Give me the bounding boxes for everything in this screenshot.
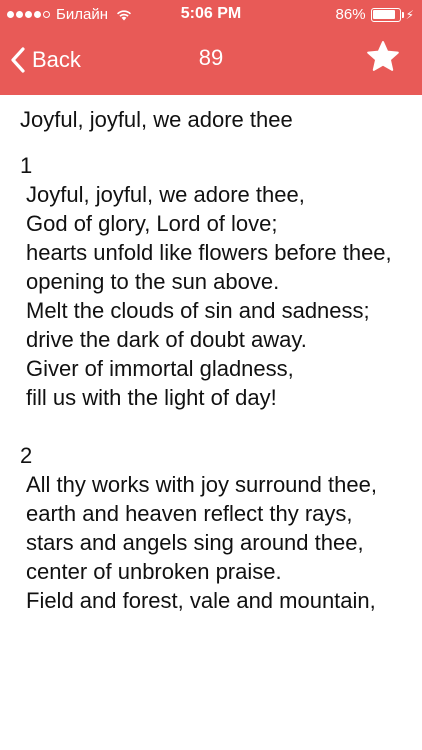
- charging-bolt-icon: ⚡: [405, 7, 414, 22]
- hymn-title: Joyful, joyful, we adore thee: [20, 107, 293, 132]
- verse-line: hearts unfold like flowers before thee,: [26, 240, 392, 265]
- verse-line: drive the dark of doubt away.: [26, 327, 307, 352]
- verse: 1 Joyful, joyful, we adore thee, God of gl…: [20, 151, 404, 412]
- back-label: Back: [32, 47, 81, 72]
- battery-icon: [370, 7, 404, 22]
- status-right: 86% ⚡: [336, 6, 414, 23]
- verses: 1 Joyful, joyful, we adore thee, God of gl…: [20, 151, 404, 615]
- favorite-button[interactable]: [366, 40, 400, 74]
- battery-fill: [373, 10, 395, 19]
- verse-line: stars and angels sing around thee,: [26, 530, 364, 555]
- verse-line: opening to the sun above.: [26, 269, 280, 294]
- back-button[interactable]: Back: [10, 40, 81, 80]
- verse-line: Melt the clouds of sin and sadness;: [26, 298, 370, 323]
- verse-line: earth and heaven reflect thy rays,: [26, 501, 353, 526]
- star-icon: [367, 41, 399, 71]
- header: Билайн 5:06 PM 86% ⚡ Back 89: [0, 0, 422, 95]
- verse-number: 2: [20, 443, 33, 468]
- verse-number: 1: [20, 153, 33, 178]
- verse-line: Field and forest, vale and mountain,: [26, 588, 376, 613]
- verse-line: Joyful, joyful, we adore thee,: [26, 182, 305, 207]
- verse-line: center of unbroken praise.: [26, 559, 282, 584]
- nav-bar: Back 89: [0, 30, 422, 90]
- status-bar: Билайн 5:06 PM 86% ⚡: [0, 0, 422, 30]
- verse-line: fill us with the light of day!: [26, 385, 277, 410]
- hymn-content[interactable]: Joyful, joyful, we adore thee 1 Joyful, j…: [0, 95, 422, 750]
- battery-percent: 86%: [335, 6, 366, 23]
- verse-line: God of glory, Lord of love;: [26, 211, 278, 236]
- verse-line: All thy works with joy surround thee,: [26, 472, 377, 497]
- chevron-left-icon: [11, 47, 25, 73]
- verse-line: Giver of immortal gladness,: [26, 356, 294, 381]
- verse: 2 All thy works with joy surround thee, ea…: [20, 441, 404, 615]
